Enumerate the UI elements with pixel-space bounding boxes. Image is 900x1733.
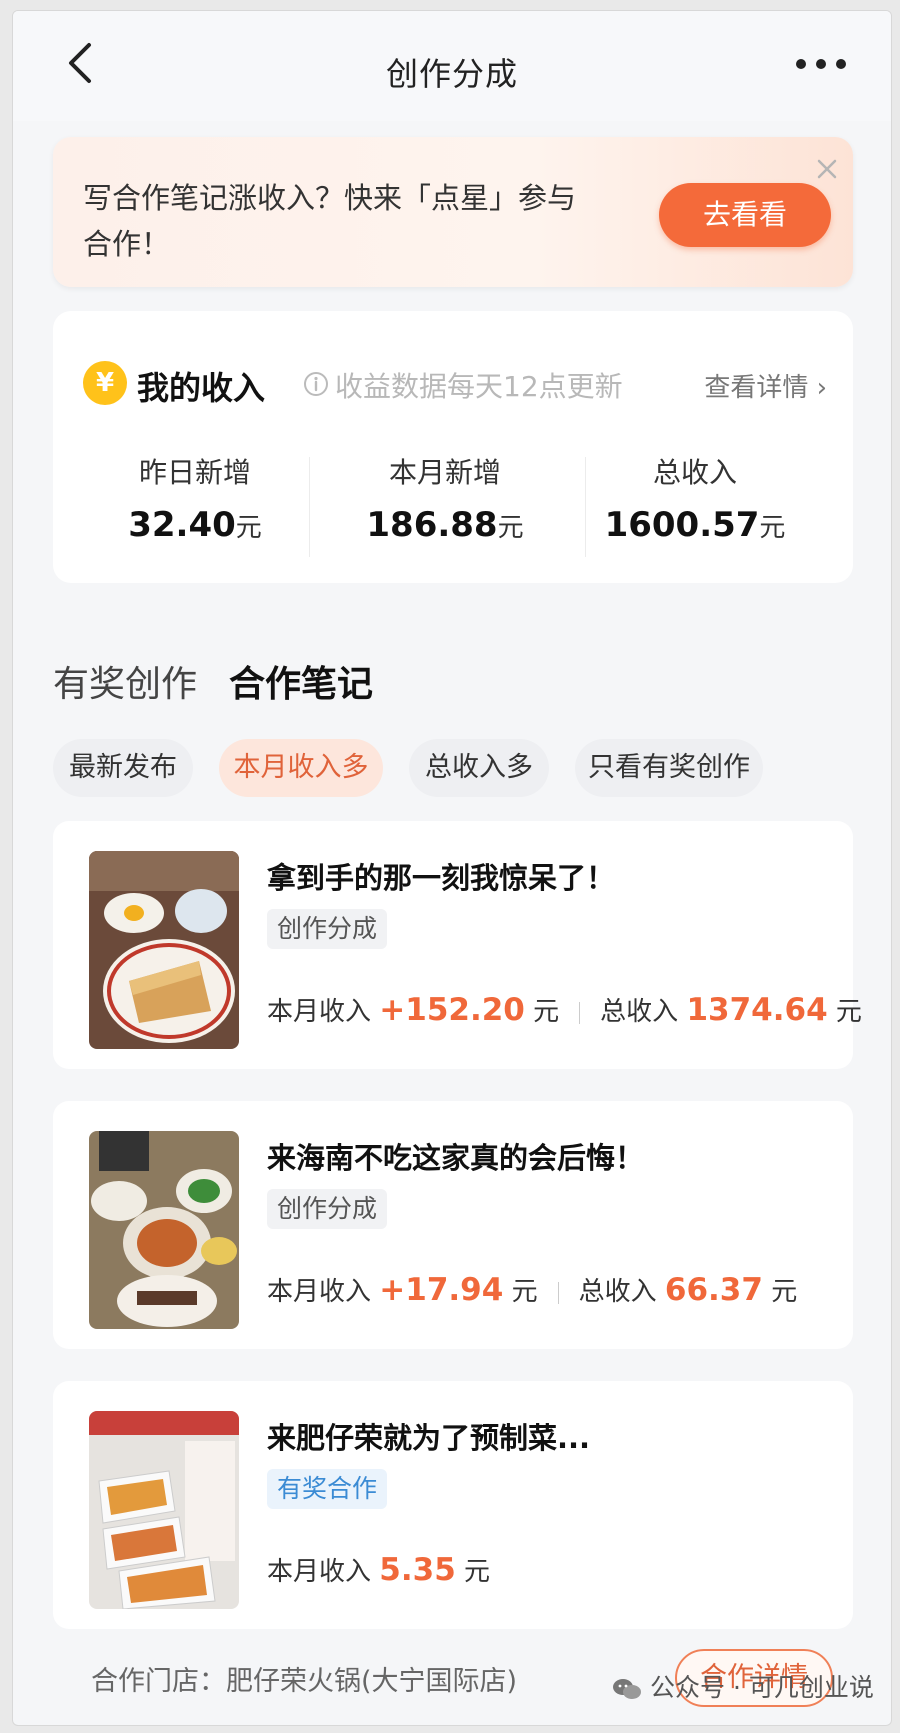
chip-month-income[interactable]: 本月收入多 bbox=[219, 739, 383, 797]
stat-yesterday: 昨日新增 32.40元 bbox=[75, 451, 315, 545]
chip-latest[interactable]: 最新发布 bbox=[53, 739, 193, 797]
banner-text: 写合作笔记涨收入？快来「点星」参与合作！ bbox=[83, 181, 577, 261]
watermark: 公众号 · 可几创业说 bbox=[612, 1668, 874, 1704]
view-details-link[interactable]: 查看详情 › bbox=[704, 367, 827, 404]
income-heading: 我的收入 bbox=[137, 369, 266, 407]
total-income-value: 1374.64 bbox=[686, 992, 828, 1028]
tab-reward-creation[interactable]: 有奖创作 bbox=[53, 655, 197, 707]
note-thumbnail bbox=[89, 851, 239, 1049]
note-card[interactable]: 来肥仔荣就为了预制菜... 有奖合作 本月收入 5.35 元 bbox=[53, 1381, 853, 1629]
stat-value: 32.40元 bbox=[128, 505, 262, 545]
month-income-value: 5.35 bbox=[379, 1552, 456, 1588]
note-earnings: 本月收入 5.35 元 bbox=[267, 1552, 491, 1588]
chip-total-income[interactable]: 总收入多 bbox=[409, 739, 549, 797]
promo-banner: 写合作笔记涨收入？快来「点星」参与合作！ 去看看 bbox=[53, 137, 853, 287]
store-info: 合作门店：肥仔荣火锅(大宁国际店) bbox=[91, 1666, 518, 1697]
stat-label: 昨日新增 bbox=[138, 456, 251, 489]
note-card[interactable]: 来海南不吃这家真的会后悔！ 创作分成 本月收入 +17.94 元总收入 66.3… bbox=[53, 1101, 853, 1349]
note-title: 来肥仔荣就为了预制菜... bbox=[267, 1421, 591, 1455]
stat-value: 186.88元 bbox=[366, 505, 524, 545]
stat-value: 1600.57元 bbox=[604, 505, 786, 545]
note-card[interactable]: 拿到手的那一刻我惊呆了！ 创作分成 本月收入 +152.20 元总收入 1374… bbox=[53, 821, 862, 1069]
app-frame: 创作分成 写合作笔记涨收入？快来「点星」参与合作！ 去看看 ¥ 我的收入 收益数… bbox=[12, 10, 892, 1726]
note-tag: 有奖合作 bbox=[267, 1469, 388, 1509]
month-income-value: +152.20 bbox=[379, 992, 525, 1028]
note-thumbnail bbox=[89, 1411, 239, 1609]
info-icon[interactable] bbox=[303, 371, 329, 397]
divider bbox=[309, 457, 310, 557]
note-title: 来海南不吃这家真的会后悔！ bbox=[267, 1141, 645, 1175]
note-tag: 创作分成 bbox=[267, 1189, 388, 1229]
total-income-value: 66.37 bbox=[664, 1272, 763, 1308]
more-options-icon[interactable] bbox=[793, 51, 849, 77]
tab-cooperation-notes[interactable]: 合作笔记 bbox=[229, 655, 374, 709]
update-note: 收益数据每天12点更新 bbox=[335, 370, 623, 403]
note-tag: 创作分成 bbox=[267, 909, 388, 949]
go-see-button[interactable]: 去看看 bbox=[659, 183, 831, 247]
stat-this-month: 本月新增 186.88元 bbox=[325, 451, 565, 545]
note-title: 拿到手的那一刻我惊呆了！ bbox=[267, 861, 616, 895]
close-icon[interactable] bbox=[815, 157, 839, 181]
note-thumbnail bbox=[89, 1131, 239, 1329]
wechat-icon bbox=[613, 1679, 641, 1699]
month-income-value: +17.94 bbox=[379, 1272, 504, 1308]
chip-reward-only[interactable]: 只看有奖创作 bbox=[575, 739, 763, 797]
income-card: ¥ 我的收入 收益数据每天12点更新 查看详情 › 昨日新增 32.40元 本月… bbox=[53, 311, 853, 583]
stat-label: 总收入 bbox=[652, 456, 737, 489]
coin-icon: ¥ bbox=[83, 361, 127, 405]
stat-total: 总收入 1600.57元 bbox=[575, 451, 815, 545]
stat-label: 本月新增 bbox=[388, 456, 501, 489]
note-earnings: 本月收入 +17.94 元总收入 66.37 元 bbox=[267, 1272, 798, 1308]
page-title: 创作分成 bbox=[385, 55, 518, 93]
nav-bar: 创作分成 bbox=[13, 11, 891, 121]
note-earnings: 本月收入 +152.20 元总收入 1374.64 元 bbox=[267, 992, 862, 1028]
